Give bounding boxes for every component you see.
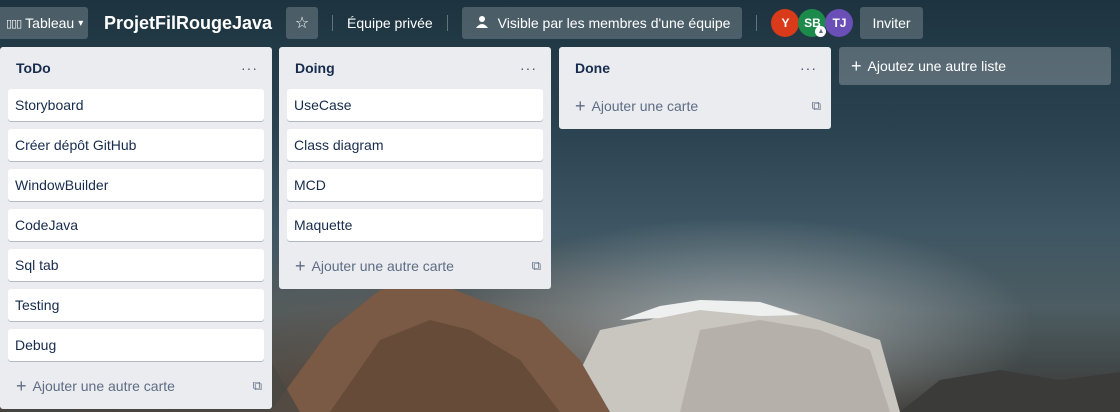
- avatar[interactable]: TJ: [825, 9, 854, 37]
- add-list-label: Ajoutez une autre liste: [867, 58, 1007, 74]
- add-card-label: Ajouter une autre carte: [32, 378, 175, 394]
- add-card-button[interactable]: + Ajouter une carte ⧉: [567, 89, 823, 123]
- list-header: Done ···: [567, 47, 823, 89]
- add-card-label: Ajouter une carte: [591, 98, 699, 114]
- visibility-button[interactable]: Visible par les membres d'une équipe: [461, 7, 743, 39]
- card[interactable]: Sql tab: [8, 249, 264, 281]
- member-avatars: Y SB ▲ TJ: [771, 9, 854, 37]
- view-switcher-button[interactable]: ▯▯▯ Tableau ▾: [0, 7, 88, 39]
- header-divider: [332, 15, 334, 31]
- add-card-label: Ajouter une autre carte: [311, 258, 454, 274]
- plus-icon: +: [851, 56, 862, 76]
- card[interactable]: Créer dépôt GitHub: [8, 129, 264, 161]
- card-template-icon[interactable]: ⧉: [532, 258, 541, 274]
- list-title[interactable]: Done: [575, 60, 610, 76]
- card[interactable]: Class diagram: [287, 129, 543, 161]
- add-card-button[interactable]: + Ajouter une autre carte ⧉: [8, 369, 264, 403]
- list-header: Doing ···: [287, 47, 543, 89]
- card[interactable]: Maquette: [287, 209, 543, 241]
- card[interactable]: Storyboard: [8, 89, 264, 121]
- avatar[interactable]: Y: [771, 9, 800, 37]
- list-todo: ToDo ··· Storyboard Créer dépôt GitHub W…: [0, 47, 272, 409]
- list-doing: Doing ··· UseCase Class diagram MCD Maqu…: [279, 47, 551, 289]
- board-title[interactable]: ProjetFilRougeJava: [104, 13, 272, 34]
- team-icon: [474, 15, 490, 32]
- view-label: Tableau: [25, 15, 75, 31]
- header-divider: [446, 15, 448, 31]
- card-template-icon[interactable]: ⧉: [253, 378, 262, 394]
- list-title[interactable]: Doing: [295, 60, 335, 76]
- ellipsis-icon[interactable]: ···: [237, 60, 262, 76]
- card[interactable]: Debug: [8, 329, 264, 361]
- avatar[interactable]: SB ▲: [798, 9, 827, 37]
- invite-button[interactable]: Inviter: [860, 7, 923, 39]
- add-list-button[interactable]: + Ajoutez une autre liste: [839, 47, 1111, 85]
- right-ridge: [900, 370, 1120, 412]
- card[interactable]: Testing: [8, 289, 264, 321]
- card-template-icon[interactable]: ⧉: [812, 98, 821, 114]
- chevron-down-icon: ▾: [78, 17, 84, 29]
- list-done: Done ··· + Ajouter une carte ⧉: [559, 47, 831, 129]
- add-card-button[interactable]: + Ajouter une autre carte ⧉: [287, 249, 543, 283]
- team-button[interactable]: Équipe privée: [347, 7, 433, 39]
- board-icon: ▯▯▯: [6, 17, 22, 30]
- ellipsis-icon[interactable]: ···: [796, 60, 821, 76]
- card[interactable]: CodeJava: [8, 209, 264, 241]
- card[interactable]: MCD: [287, 169, 543, 201]
- plus-icon: +: [575, 96, 586, 116]
- list-title[interactable]: ToDo: [16, 60, 51, 76]
- card[interactable]: WindowBuilder: [8, 169, 264, 201]
- ellipsis-icon[interactable]: ···: [516, 60, 541, 76]
- header-divider: [756, 15, 758, 31]
- visibility-label: Visible par les membres d'une équipe: [497, 15, 731, 31]
- plus-icon: +: [16, 376, 27, 396]
- star-icon: ☆: [294, 15, 310, 32]
- board-header: ▯▯▯ Tableau ▾ ProjetFilRougeJava ☆ Équip…: [0, 0, 1120, 46]
- plus-icon: +: [295, 256, 306, 276]
- card[interactable]: UseCase: [287, 89, 543, 121]
- list-header: ToDo ···: [8, 47, 264, 89]
- star-button[interactable]: ☆: [286, 7, 319, 39]
